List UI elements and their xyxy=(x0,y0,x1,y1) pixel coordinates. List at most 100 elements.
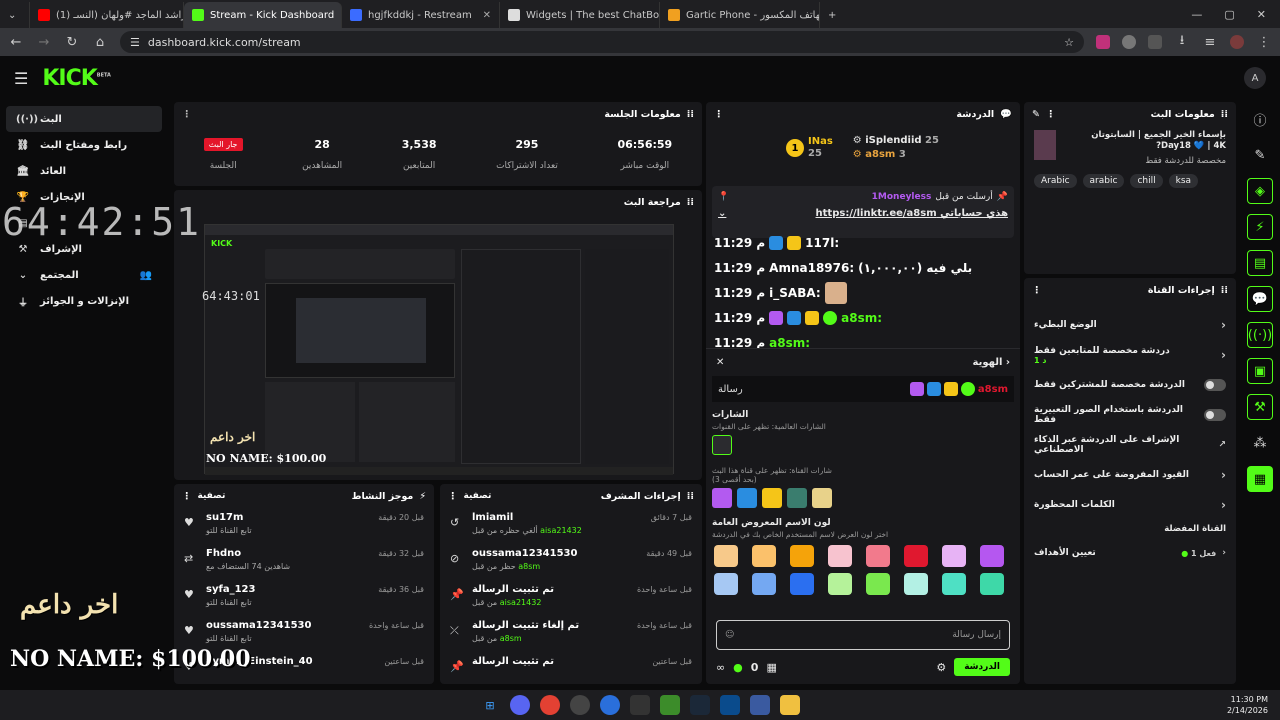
channel-badge-option[interactable] xyxy=(712,488,732,508)
user-avatar[interactable]: A xyxy=(1244,67,1266,89)
chevron-down-icon[interactable]: ⌄ xyxy=(718,208,726,219)
filter-button[interactable]: تصفية xyxy=(198,491,226,501)
pinned-text[interactable]: هذي حساباتي https://linktr.ee/a8sm xyxy=(816,208,1008,219)
mod-by[interactable]: aisa21432 xyxy=(540,526,582,535)
kebab-menu-icon[interactable]: ⋮ xyxy=(1032,285,1042,296)
color-swatch[interactable] xyxy=(790,545,814,567)
send-chat-button[interactable]: الدردشة xyxy=(954,658,1010,676)
setting-ai-moderation[interactable]: الإشراف على الدردشة عبر الذكاء الاصطناعي… xyxy=(1024,430,1236,460)
kick-points-icon[interactable]: ● xyxy=(733,661,743,674)
color-swatch[interactable] xyxy=(790,573,814,595)
nav-item-stream-key[interactable]: ⛓ رابط ومفتاح البث xyxy=(6,132,162,158)
chatgpt-icon[interactable] xyxy=(570,695,590,715)
setting-banned-words[interactable]: الكلمات المحظورة › xyxy=(1024,490,1236,520)
chrome-icon[interactable] xyxy=(540,695,560,715)
color-swatch[interactable] xyxy=(866,573,890,595)
minimize-icon[interactable]: — xyxy=(1191,8,1202,21)
app-icon[interactable] xyxy=(750,695,770,715)
color-swatch[interactable] xyxy=(904,573,928,595)
app-icon[interactable] xyxy=(720,695,740,715)
file-explorer-icon[interactable] xyxy=(780,695,800,715)
browser-menu-icon[interactable]: ⋮ xyxy=(1256,35,1272,50)
browser-tab[interactable]: Gartic Phone - الهاتف المكسور✕ xyxy=(660,2,820,28)
chat-input[interactable]: إرسال رسالة ☺ xyxy=(716,620,1010,650)
minecraft-icon[interactable] xyxy=(660,695,680,715)
reload-icon[interactable]: ↻ xyxy=(64,35,80,50)
stream-video[interactable]: KICK xyxy=(204,224,674,475)
setting-emote-only[interactable]: الدردشة باستخدام الصور التعبيرية فقط xyxy=(1024,400,1236,430)
setting-account-age[interactable]: القيود المفروضة على عمر الحساب › xyxy=(1024,460,1236,490)
hammer-icon[interactable]: ⚒ xyxy=(1247,394,1273,420)
infinity-icon[interactable]: ∞ xyxy=(716,661,725,674)
mod-by[interactable]: a8sm xyxy=(518,562,540,571)
discord-icon[interactable] xyxy=(510,695,530,715)
pin-toggle-icon[interactable]: 📍 xyxy=(718,192,729,202)
kebab-menu-icon[interactable]: ⋮ xyxy=(182,109,192,120)
edge-icon[interactable] xyxy=(600,695,620,715)
color-swatch[interactable] xyxy=(828,573,852,595)
extension-icon[interactable] xyxy=(1096,35,1110,49)
color-swatch[interactable] xyxy=(942,545,966,567)
toggle-switch[interactable] xyxy=(1204,379,1226,391)
back-icon[interactable]: ← xyxy=(8,35,24,50)
nav-item-stream[interactable]: ((·)) البث xyxy=(6,106,162,132)
channel-badge-option[interactable] xyxy=(762,488,782,508)
color-swatch[interactable] xyxy=(714,545,738,567)
nav-item-revenue[interactable]: 🏛 العائد xyxy=(6,158,162,184)
setting-followers-only[interactable]: دردشة مخصصة للمتابعين فقط 1 د › xyxy=(1024,340,1236,370)
close-icon[interactable]: ✕ xyxy=(483,10,491,21)
steam-icon[interactable] xyxy=(690,695,710,715)
edit-icon[interactable]: ✎ xyxy=(1247,142,1273,168)
color-swatch[interactable] xyxy=(866,545,890,567)
msg-user[interactable]: i_SABA: xyxy=(769,286,821,300)
nav-item-community[interactable]: ⌄ المجتمع 👥 xyxy=(6,262,162,288)
browser-tab[interactable]: (1) راشد الماجد #ولهان (النسـ✕ xyxy=(30,2,184,28)
browser-tab[interactable]: Widgets | The best ChatBot and✕ xyxy=(500,2,660,28)
leaderboard-top[interactable]: 1 INas 25 xyxy=(786,134,833,162)
download-icon[interactable]: ⭳ xyxy=(1174,31,1190,53)
gift-icon[interactable]: ▦ xyxy=(766,661,776,674)
profile-avatar[interactable] xyxy=(1230,35,1244,49)
filter-button[interactable]: تصفية xyxy=(464,491,492,501)
grip-icon[interactable]: ⁞⁞ xyxy=(687,109,694,120)
extensions-puzzle-icon[interactable] xyxy=(1148,35,1162,49)
color-swatch[interactable] xyxy=(828,545,852,567)
bookmark-star-icon[interactable]: ☆ xyxy=(1064,36,1074,49)
channel-badge-option[interactable] xyxy=(737,488,757,508)
msg-user[interactable]: 117l: xyxy=(805,236,839,250)
kebab-menu-icon[interactable]: ⋮ xyxy=(1046,109,1056,120)
grip-icon[interactable]: ⁞⁞ xyxy=(1221,285,1228,296)
setting-subscribers-only[interactable]: الدردشة مخصصة للمشتركين فقط xyxy=(1024,370,1236,400)
channel-badge-option[interactable] xyxy=(787,488,807,508)
kebab-menu-icon[interactable]: ⋮ xyxy=(182,491,192,502)
settings-gear-icon[interactable]: ⚙ xyxy=(936,661,946,674)
site-info-icon[interactable]: ☰ xyxy=(130,36,140,49)
emoji-icon[interactable]: ☺ xyxy=(725,630,734,640)
forward-icon[interactable]: → xyxy=(36,35,52,50)
notes-icon[interactable]: ▤ xyxy=(1247,250,1273,276)
new-tab-button[interactable]: + xyxy=(820,2,844,28)
toggle-switch[interactable] xyxy=(1204,409,1226,421)
grip-icon[interactable]: ⁞⁞ xyxy=(687,197,694,208)
info-icon[interactable]: ⓘ xyxy=(1247,106,1273,132)
channel-badge-option[interactable] xyxy=(812,488,832,508)
msg-user[interactable]: a8sm: xyxy=(841,311,882,325)
flash-icon[interactable]: ⚡ xyxy=(1247,214,1273,240)
community-icon[interactable]: ⁂ xyxy=(1247,430,1273,456)
leaderboard-row[interactable]: ⚙ iSplendiid 25 xyxy=(853,134,939,148)
grip-icon[interactable]: ⁞⁞ xyxy=(1221,109,1228,120)
browser-tab-active[interactable]: Stream - Kick Dashboard✕ xyxy=(184,2,342,28)
media-control-icon[interactable]: ≡ xyxy=(1202,35,1218,50)
color-swatch[interactable] xyxy=(714,573,738,595)
system-clock[interactable]: 11:30 PM 2/14/2026 xyxy=(1227,694,1268,716)
windows-start-icon[interactable]: ⊞ xyxy=(480,695,500,715)
close-icon[interactable]: ✕ xyxy=(716,357,724,368)
clip-icon[interactable]: ◈ xyxy=(1247,178,1273,204)
obs-icon[interactable] xyxy=(630,695,650,715)
extension-icon[interactable] xyxy=(1122,35,1136,49)
color-swatch[interactable] xyxy=(980,573,1004,595)
maximize-icon[interactable]: ▢ xyxy=(1224,8,1234,21)
edit-pencil-icon[interactable]: ✎ xyxy=(1032,109,1040,120)
grip-icon[interactable]: ⁞⁞ xyxy=(687,491,694,502)
mod-by[interactable]: aisa21432 xyxy=(500,598,542,607)
